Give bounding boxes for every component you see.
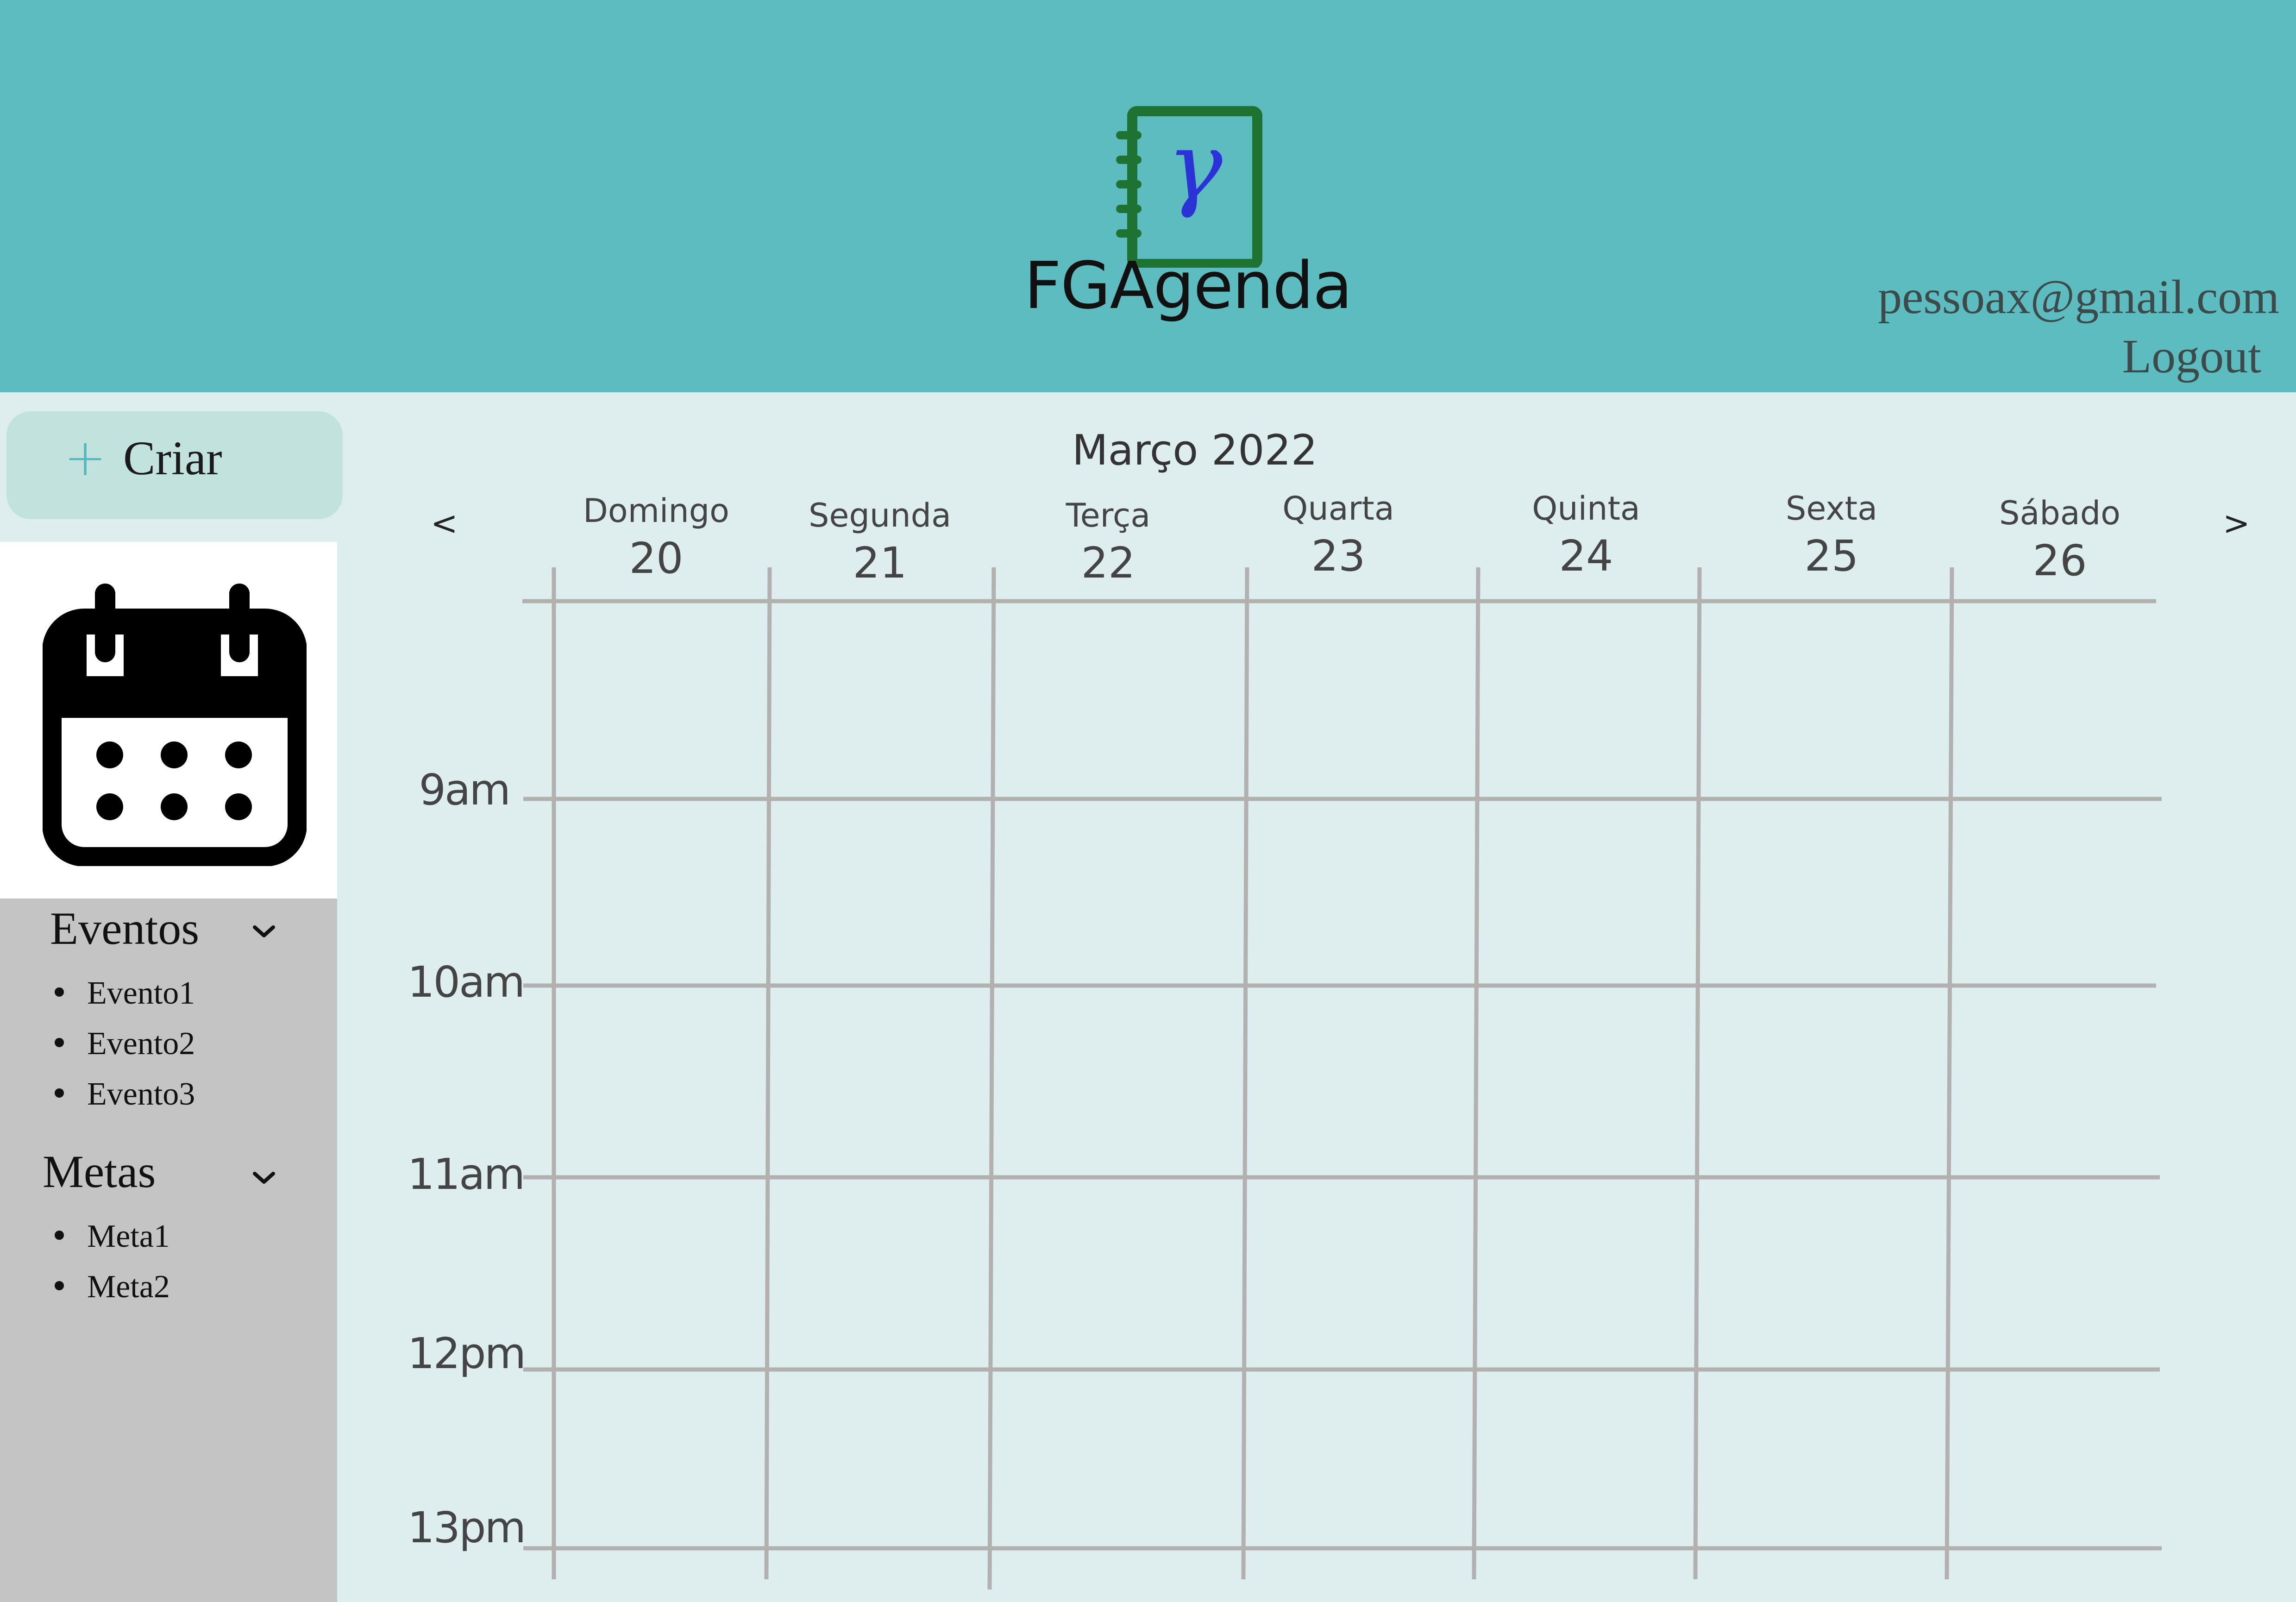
grid-vline	[1241, 567, 1249, 1580]
grid-vline	[1472, 567, 1480, 1580]
grid-vline	[1945, 567, 1954, 1580]
grid-vline	[1693, 567, 1702, 1580]
grid-vline	[987, 567, 996, 1590]
calendar-grid[interactable]	[0, 0, 2296, 1602]
grid-vline	[764, 567, 772, 1580]
